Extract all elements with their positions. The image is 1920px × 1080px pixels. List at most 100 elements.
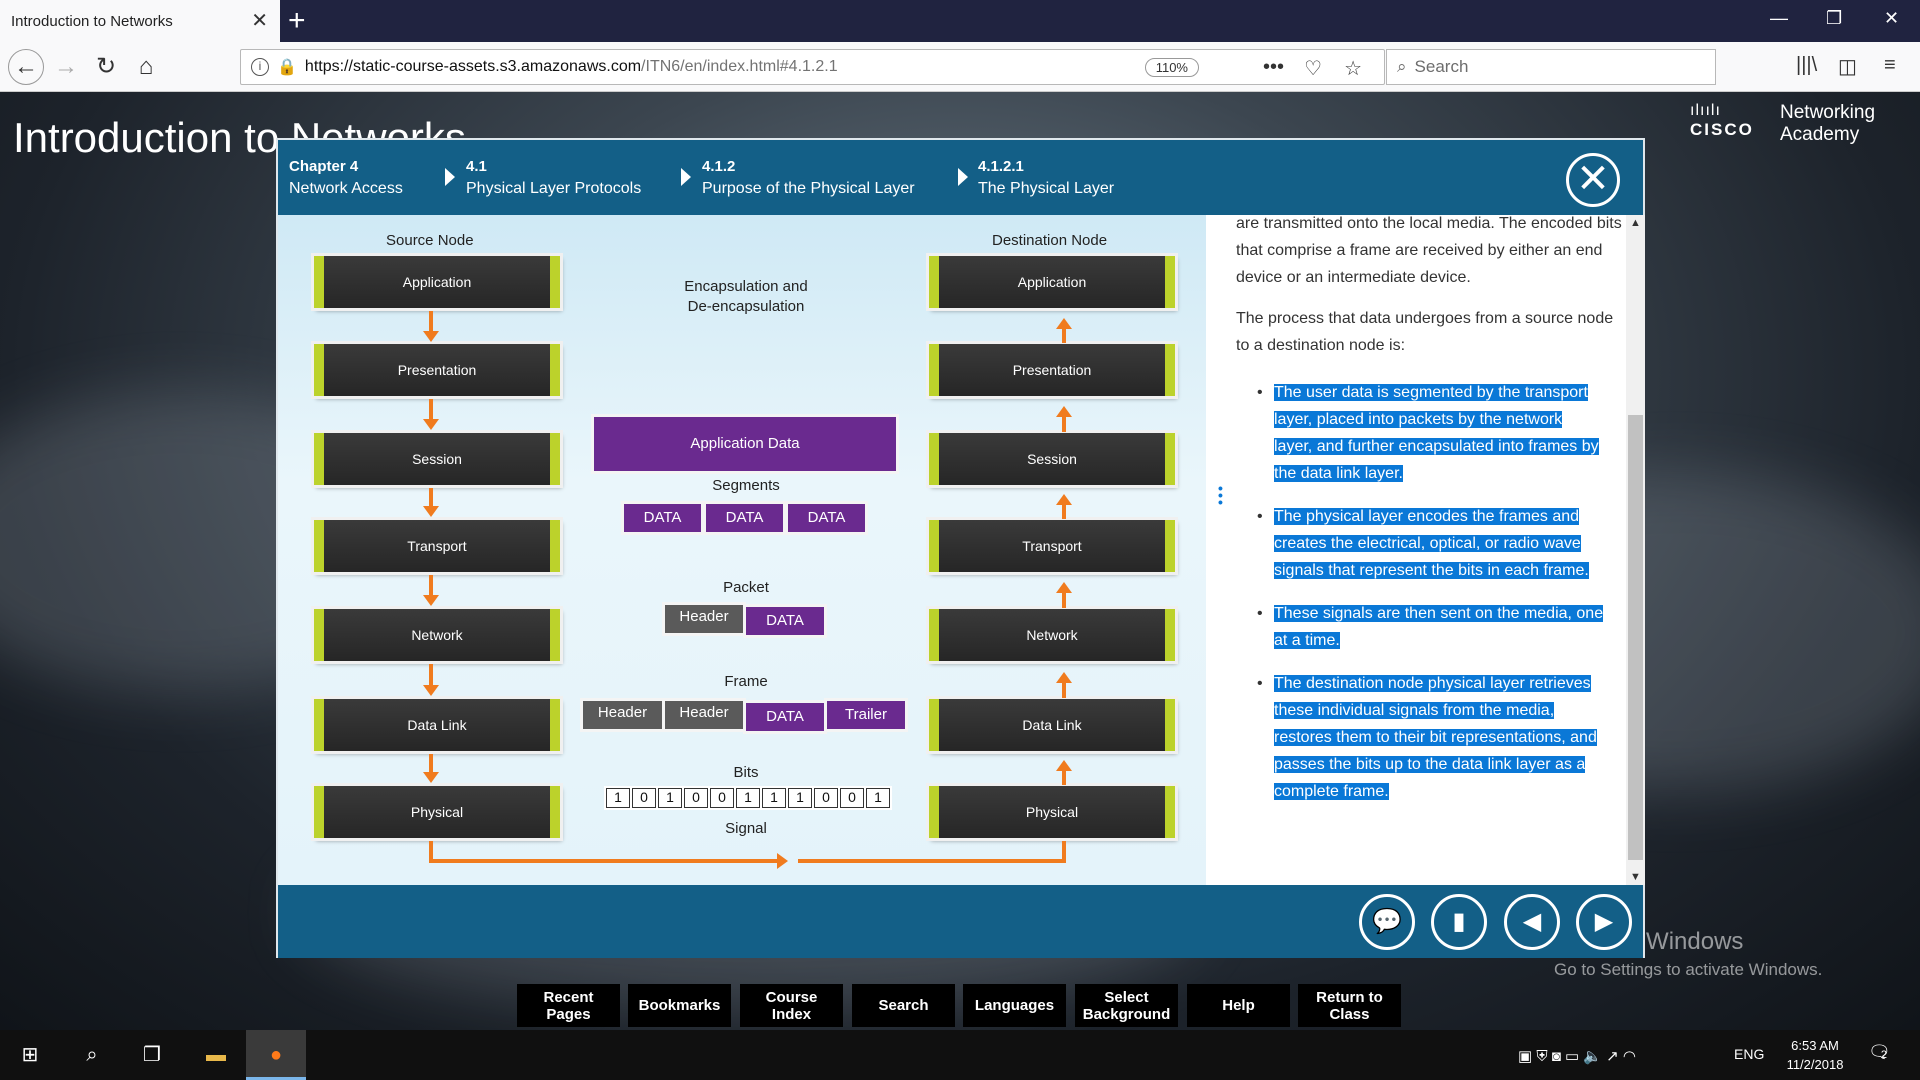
page-actions-icon[interactable]: •••	[1263, 56, 1284, 79]
comment-button[interactable]: 💬	[1359, 894, 1415, 950]
bit-cell: 1	[736, 788, 760, 808]
up-arrow	[1062, 769, 1066, 785]
bit-cell: 0	[840, 788, 864, 808]
language-indicator[interactable]: ENG	[1734, 1046, 1764, 1062]
modal-footer: 💬 ▮ ◀ ▶	[278, 885, 1643, 958]
bookmarks-button[interactable]: Bookmarks	[628, 984, 731, 1027]
bit-cell: 0	[632, 788, 656, 808]
notifications-icon[interactable]: 🗨2	[1868, 1042, 1891, 1063]
packet-label: Packet	[723, 579, 769, 596]
dest-layer-application: Application	[926, 253, 1178, 311]
clock[interactable]: 6:53 AM 11/2/2018	[1780, 1036, 1850, 1074]
bit-cell: 0	[814, 788, 838, 808]
nav-bar: ← → ↻ ⌂ i 🔒 https://static-course-assets…	[0, 42, 1920, 92]
minimize-icon[interactable]: —	[1770, 8, 1788, 29]
bits-label: Bits	[733, 764, 759, 781]
windows-start-icon[interactable]: ⊞	[0, 1030, 60, 1080]
down-arrow	[429, 488, 433, 508]
recent-pages-button[interactable]: Recent Pages	[517, 984, 620, 1027]
zoom-badge[interactable]: 110%	[1144, 58, 1199, 77]
pocket-icon[interactable]: ♡	[1304, 56, 1322, 81]
breadcrumb-section[interactable]: 4.1 Physical Layer Protocols	[466, 156, 641, 200]
tab-bar: Introduction to Networks ✕ + — ❐ ✕	[0, 0, 1920, 42]
signal-line	[798, 859, 1066, 863]
window-close-icon[interactable]: ✕	[1884, 8, 1899, 29]
cisco-wordmark: CISCO	[1690, 120, 1754, 139]
return-to-class-button[interactable]: Return to Class	[1298, 984, 1401, 1027]
breadcrumb-separator-icon	[681, 168, 691, 186]
tray-icons[interactable]: ▣ ⛨ ◙ ▭ 🔈 ↗ ◠	[1518, 1047, 1636, 1065]
close-modal-button[interactable]: ✕	[1566, 153, 1620, 207]
breadcrumb-subsection[interactable]: 4.1.2 Purpose of the Physical Layer	[702, 156, 915, 200]
library-icon[interactable]: |||\	[1796, 54, 1817, 77]
url-text[interactable]: https://static-course-assets.s3.amazonaw…	[305, 58, 838, 76]
course-index-button[interactable]: Course Index	[740, 984, 843, 1027]
down-arrow	[429, 311, 433, 333]
search-input[interactable]: ⌕ Search	[1386, 49, 1716, 85]
text-scrollbar[interactable]: ▲ ▼	[1626, 215, 1645, 885]
home-icon[interactable]: ⌂	[130, 52, 162, 84]
file-explorer-icon[interactable]: ▬	[186, 1030, 246, 1080]
forward-button[interactable]: →	[50, 52, 82, 84]
breadcrumb-separator-icon	[958, 168, 968, 186]
new-tab-icon[interactable]: +	[288, 4, 306, 38]
up-arrow	[1062, 415, 1066, 432]
close-tab-icon[interactable]: ✕	[251, 8, 268, 33]
scroll-thumb[interactable]	[1628, 415, 1643, 860]
breadcrumb-chapter[interactable]: Chapter 4 Network Access	[289, 156, 403, 200]
down-arrow-icon	[423, 595, 439, 606]
sidebar-icon[interactable]: ◫	[1838, 54, 1857, 79]
segment-data-box: DATA	[703, 501, 786, 535]
search-taskbar-icon[interactable]: ⌕	[62, 1030, 122, 1080]
reload-icon[interactable]: ↻	[90, 52, 122, 84]
frame-trailer-box: Trailer	[824, 698, 908, 732]
select-background-button[interactable]: Select Background	[1075, 984, 1178, 1027]
search-placeholder: Search	[1414, 57, 1469, 76]
info-icon[interactable]: i	[251, 58, 269, 76]
bits-row: 1 0 1 0 0 1 1 1 0 0 1	[604, 786, 892, 810]
list-item: The physical layer encodes the frames an…	[1254, 503, 1626, 584]
previous-button[interactable]: ◀	[1504, 894, 1560, 950]
restore-icon[interactable]: ❐	[1826, 8, 1842, 29]
paragraph: are transmitted onto the local media. Th…	[1236, 215, 1622, 286]
help-button[interactable]: Help	[1187, 984, 1290, 1027]
bit-cell: 1	[606, 788, 630, 808]
down-arrow	[429, 399, 433, 421]
bookmark-button[interactable]: ▮	[1431, 894, 1487, 950]
url-bar[interactable]: i 🔒 https://static-course-assets.s3.amaz…	[240, 49, 1385, 85]
languages-button[interactable]: Languages	[963, 984, 1066, 1027]
dest-layer-presentation: Presentation	[926, 341, 1178, 399]
tab-title: Introduction to Networks	[11, 12, 173, 30]
cisco-bars-icon: ılıılı	[1690, 102, 1721, 119]
down-arrow	[429, 575, 433, 597]
bit-cell: 1	[658, 788, 682, 808]
browser-tab[interactable]: Introduction to Networks ✕	[0, 0, 280, 42]
scroll-up-icon[interactable]: ▲	[1626, 217, 1645, 229]
down-arrow-icon	[423, 419, 439, 430]
up-arrow	[1062, 327, 1066, 343]
dest-layer-session: Session	[926, 430, 1178, 488]
frame-header-box: Header	[580, 698, 665, 732]
breadcrumb-topic[interactable]: 4.1.2.1 The Physical Layer	[978, 156, 1114, 200]
bookmark-star-icon[interactable]: ☆	[1344, 56, 1362, 81]
segment-data-box: DATA	[621, 501, 704, 535]
search-button[interactable]: Search	[852, 984, 955, 1027]
task-view-icon[interactable]: ❐	[122, 1030, 182, 1080]
source-layer-application: Application	[311, 253, 563, 311]
signal-label: Signal	[725, 820, 767, 837]
destination-node-title: Destination Node	[992, 232, 1108, 249]
up-arrow	[1062, 681, 1066, 698]
next-button[interactable]: ▶	[1576, 894, 1632, 950]
scroll-down-icon[interactable]: ▼	[1626, 871, 1645, 883]
segment-data-box: DATA	[785, 501, 868, 535]
application-data-box: Application Data	[591, 414, 899, 474]
up-arrow	[1062, 591, 1066, 608]
firefox-icon[interactable]: ●	[246, 1030, 306, 1080]
source-layer-session: Session	[311, 430, 563, 488]
breadcrumb-separator-icon	[445, 168, 455, 186]
menu-icon[interactable]: ≡	[1884, 54, 1896, 77]
source-layer-physical: Physical	[311, 783, 563, 841]
back-button[interactable]: ←	[8, 49, 44, 85]
bit-cell: 1	[762, 788, 786, 808]
frame-header-box: Header	[662, 698, 746, 732]
